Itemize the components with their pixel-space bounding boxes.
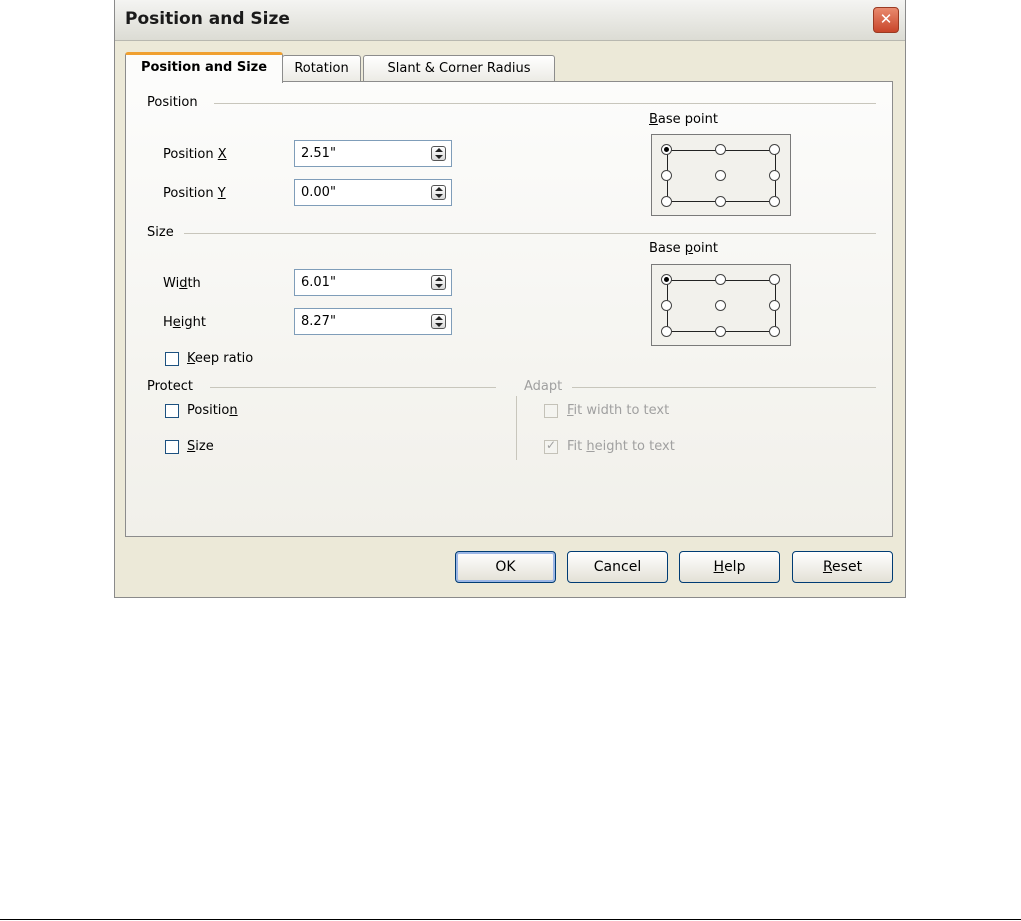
ok-button[interactable]: OK	[455, 551, 556, 583]
position-and-size-dialog: Position and Size ✕ Position and Size Ro…	[114, 0, 906, 598]
adapt-separator	[572, 387, 876, 388]
base-point-center[interactable]	[715, 170, 726, 181]
protect-group-label: Protect	[147, 379, 193, 394]
size-base-point-bottom-left[interactable]	[661, 326, 672, 337]
position-y-label: Position Y	[163, 186, 226, 201]
title-bar: Position and Size ✕	[115, 0, 905, 41]
position-x-field[interactable]: 2.51"	[294, 140, 452, 167]
size-group-label: Size	[147, 225, 174, 240]
page-bottom-rule	[0, 919, 1021, 920]
protect-size-checkbox[interactable]	[165, 440, 179, 454]
size-separator	[184, 233, 876, 234]
tab-position-and-size[interactable]: Position and Size	[125, 52, 283, 83]
size-base-point-label: Base point	[649, 241, 718, 256]
base-point-middle-right[interactable]	[769, 170, 780, 181]
size-base-point-middle-right[interactable]	[769, 300, 780, 311]
fit-width-to-text-label: Fit width to text	[567, 403, 670, 418]
position-y-field[interactable]: 0.00"	[294, 179, 452, 206]
dialog-title: Position and Size	[125, 9, 290, 29]
base-point-bottom-left[interactable]	[661, 196, 672, 207]
height-field[interactable]: 8.27"	[294, 308, 452, 335]
position-x-value: 2.51"	[301, 146, 336, 161]
position-base-point-label: Base point	[649, 112, 718, 127]
spin-arrows-icon[interactable]	[431, 146, 446, 161]
position-group-label: Position	[147, 95, 198, 110]
keep-ratio-checkbox[interactable]	[165, 352, 179, 366]
keep-ratio-label: Keep ratio	[187, 351, 254, 366]
adapt-vertical-separator	[516, 396, 517, 460]
base-point-bottom-center[interactable]	[715, 196, 726, 207]
position-separator	[214, 103, 876, 104]
adapt-group-label: Adapt	[524, 379, 563, 394]
height-label: Height	[163, 315, 206, 330]
tab-panel: Position Position X 2.51" Position Y 0.0…	[125, 81, 893, 537]
tab-slant-corner-radius[interactable]: Slant & Corner Radius	[363, 55, 555, 81]
size-base-point-bottom-right[interactable]	[769, 326, 780, 337]
reset-button[interactable]: Reset	[792, 551, 893, 583]
protect-size-label: Size	[187, 439, 214, 454]
spin-arrows-icon[interactable]	[431, 314, 446, 329]
help-button[interactable]: Help	[679, 551, 780, 583]
size-base-point-selector[interactable]	[651, 264, 791, 346]
size-base-point-top-right[interactable]	[769, 274, 780, 285]
height-value: 8.27"	[301, 314, 336, 329]
spin-arrows-icon[interactable]	[431, 275, 446, 290]
position-base-point-selector[interactable]	[651, 134, 791, 216]
close-icon[interactable]: ✕	[873, 7, 899, 33]
tab-rotation[interactable]: Rotation	[282, 55, 361, 81]
size-base-point-bottom-center[interactable]	[715, 326, 726, 337]
spin-arrows-icon[interactable]	[431, 185, 446, 200]
size-base-point-center[interactable]	[715, 300, 726, 311]
cancel-button[interactable]: Cancel	[567, 551, 668, 583]
base-point-middle-left[interactable]	[661, 170, 672, 181]
base-point-top-right[interactable]	[769, 144, 780, 155]
fit-height-to-text-label: Fit height to text	[567, 439, 675, 454]
fit-height-to-text-checkbox[interactable]	[544, 438, 558, 454]
fit-width-to-text-checkbox[interactable]	[544, 404, 558, 418]
width-field[interactable]: 6.01"	[294, 269, 452, 296]
size-base-point-middle-left[interactable]	[661, 300, 672, 311]
width-label: Width	[163, 276, 201, 291]
protect-position-checkbox[interactable]	[165, 404, 179, 418]
width-value: 6.01"	[301, 275, 336, 290]
base-point-bottom-right[interactable]	[769, 196, 780, 207]
position-x-label: Position X	[163, 147, 227, 162]
base-point-top-center[interactable]	[715, 144, 726, 155]
size-base-point-top-center[interactable]	[715, 274, 726, 285]
position-y-value: 0.00"	[301, 185, 336, 200]
size-base-point-top-left[interactable]	[661, 274, 672, 285]
protect-position-label: Position	[187, 403, 238, 418]
protect-separator	[210, 387, 496, 388]
base-point-top-left[interactable]	[661, 144, 672, 155]
